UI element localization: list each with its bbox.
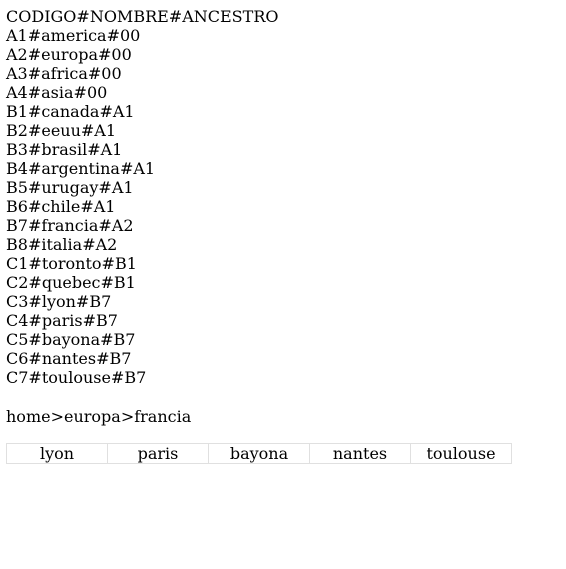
data-line: B3#brasil#A1 (6, 140, 123, 159)
data-line: A2#europa#00 (6, 45, 132, 64)
data-line: B1#canada#A1 (6, 102, 135, 121)
data-line: A4#asia#00 (6, 83, 108, 102)
child-cell-bayona[interactable]: bayona (208, 443, 310, 464)
breadcrumb-item-francia[interactable]: francia (134, 407, 191, 426)
child-cell-paris[interactable]: paris (107, 443, 209, 464)
breadcrumb: home>europa>francia (6, 407, 566, 426)
data-line: C7#toulouse#B7 (6, 368, 147, 387)
data-line: C4#paris#B7 (6, 311, 118, 330)
breadcrumb-separator: > (120, 407, 135, 426)
data-line: C6#nantes#B7 (6, 349, 132, 368)
data-line: A3#africa#00 (6, 64, 122, 83)
child-cell-nantes[interactable]: nantes (309, 443, 411, 464)
data-line: C2#quebec#B1 (6, 273, 136, 292)
data-line: C1#toronto#B1 (6, 254, 137, 273)
data-line: B7#francia#A2 (6, 216, 134, 235)
children-table: lyon paris bayona nantes toulouse (6, 443, 512, 464)
breadcrumb-separator: > (50, 407, 64, 426)
data-line: B2#eeuu#A1 (6, 121, 117, 140)
data-line: C5#bayona#B7 (6, 330, 136, 349)
table-row: lyon paris bayona nantes toulouse (6, 443, 512, 464)
data-line: B5#urugay#A1 (6, 178, 134, 197)
child-cell-toulouse[interactable]: toulouse (410, 443, 512, 464)
data-line: B4#argentina#A1 (6, 159, 156, 178)
breadcrumb-item-europa[interactable]: europa (64, 407, 121, 426)
data-line: B6#chile#A1 (6, 197, 116, 216)
breadcrumb-item-home[interactable]: home (6, 407, 51, 426)
data-listing: CODIGO#NOMBRE#ANCESTRO A1#america#00 A2#… (6, 7, 566, 387)
header-line: CODIGO#NOMBRE#ANCESTRO (6, 7, 279, 26)
data-line: C3#lyon#B7 (6, 292, 112, 311)
data-line: B8#italia#A2 (6, 235, 118, 254)
page: CODIGO#NOMBRE#ANCESTRO A1#america#00 A2#… (0, 0, 566, 464)
child-cell-lyon[interactable]: lyon (6, 443, 108, 464)
data-line: A1#america#00 (6, 26, 141, 45)
